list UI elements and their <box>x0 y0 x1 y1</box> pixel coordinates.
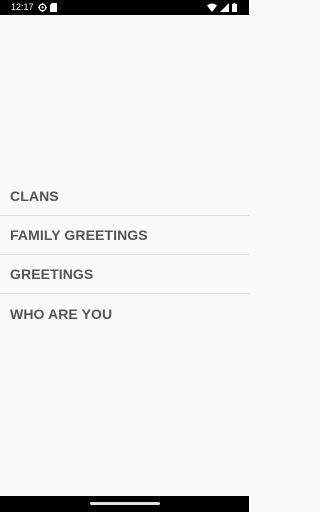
status-left-icons <box>38 2 57 13</box>
signal-icon <box>220 3 229 12</box>
wifi-icon <box>207 3 217 12</box>
status-time: 12:17 <box>11 2 34 12</box>
home-gesture-handle[interactable] <box>90 502 160 505</box>
navigation-bar <box>0 496 249 512</box>
menu-item-label: WHO ARE YOU <box>10 305 113 322</box>
menu-item-greetings[interactable]: GREETINGS <box>0 255 249 294</box>
menu-item-label: CLANS <box>10 188 59 204</box>
menu-item-label: FAMILY GREETINGS <box>10 227 148 243</box>
status-bar: 12:17 <box>0 0 249 15</box>
sim-card-icon <box>50 3 57 12</box>
main-content: CLANS FAMILY GREETINGS GREETINGS WHO ARE… <box>0 15 249 496</box>
menu-item-label: GREETINGS <box>10 266 94 282</box>
menu-item-who-are-you[interactable]: WHO ARE YOU <box>0 294 249 333</box>
status-right-icons <box>207 2 237 13</box>
battery-icon <box>232 3 237 12</box>
settings-gear-icon <box>38 3 47 12</box>
menu-item-family-greetings[interactable]: FAMILY GREETINGS <box>0 216 249 255</box>
menu-item-clans[interactable]: CLANS <box>0 177 249 216</box>
menu-list: CLANS FAMILY GREETINGS GREETINGS WHO ARE… <box>0 177 249 333</box>
